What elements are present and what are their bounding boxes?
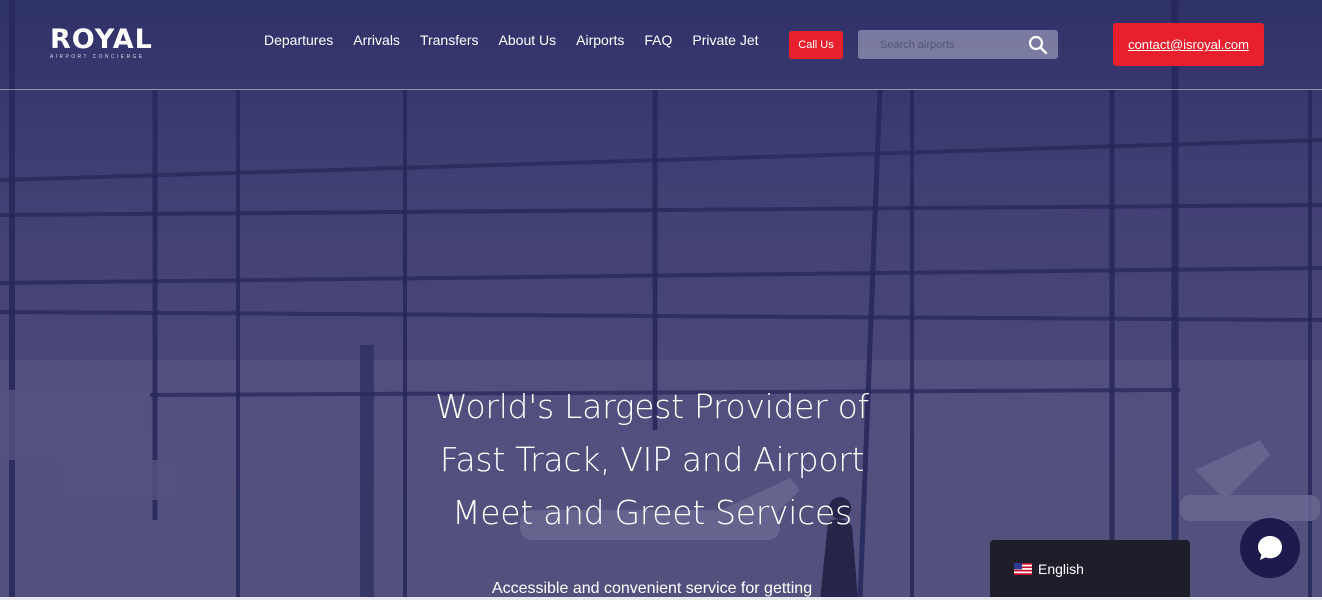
search-input[interactable]: [858, 30, 1023, 59]
nav-transfers[interactable]: Transfers: [420, 31, 479, 49]
nav-private-jet[interactable]: Private Jet: [692, 31, 758, 49]
language-label: English: [1038, 561, 1084, 577]
call-us-button[interactable]: Call Us: [789, 31, 843, 59]
main-nav: Departures Arrivals Transfers About Us A…: [264, 31, 779, 49]
language-selector[interactable]: English: [990, 540, 1190, 600]
site-header: ROYAL AIRPORT CONCIERGE Departures Arriv…: [0, 0, 1322, 90]
airport-search: [858, 30, 1058, 59]
hero-headline: World's Largest Provider of Fast Track, …: [435, 387, 869, 532]
royal-logo[interactable]: ROYAL AIRPORT CONCIERGE: [50, 26, 162, 60]
nav-arrivals[interactable]: Arrivals: [353, 31, 400, 49]
nav-departures[interactable]: Departures: [264, 31, 333, 49]
search-icon[interactable]: [1028, 35, 1048, 55]
chat-bubble-icon: [1258, 536, 1282, 560]
nav-about-us[interactable]: About Us: [499, 31, 557, 49]
chat-widget-button[interactable]: [1240, 518, 1300, 578]
logo-wordmark: ROYAL: [50, 24, 153, 55]
us-flag-icon: [1014, 563, 1032, 575]
nav-airports[interactable]: Airports: [576, 31, 624, 49]
nav-faq[interactable]: FAQ: [644, 31, 672, 49]
contact-email-button[interactable]: contact@isroyal.com: [1113, 23, 1264, 66]
